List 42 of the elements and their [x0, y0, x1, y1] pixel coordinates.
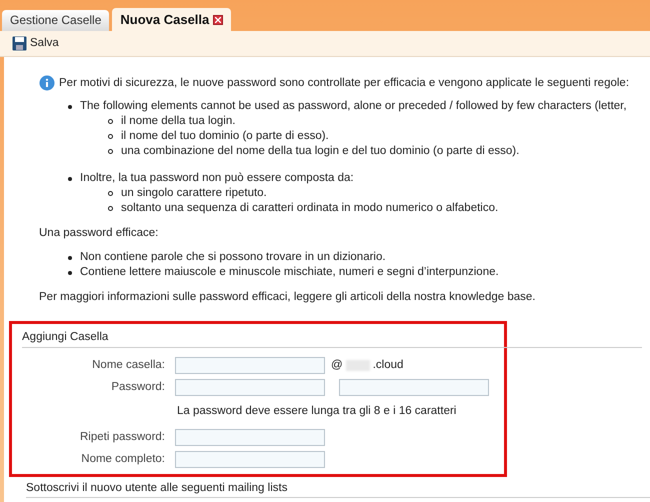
section-title: Aggiungi Casella — [22, 330, 642, 348]
paragraph: Per maggiori informazioni sulle password efficaci, leggere gli articoli della nostra knowledge base. — [39, 290, 536, 305]
at-sign: @ — [331, 358, 343, 372]
save-button[interactable]: Salva — [12, 36, 59, 51]
field-label: Nome casella: — [91, 358, 165, 372]
rule-text: Contiene lettere maiuscole e minuscole mischiate, numeri e segni d’interpunzione. — [80, 265, 499, 280]
rule-text: The following elements cannot be used as password, alone or preceded / followed by few characters (letter, — [80, 99, 627, 114]
bullet-icon — [108, 191, 113, 196]
rule-text: il nome del tuo dominio (o parte di esso). — [121, 129, 329, 144]
rule-text: una combinazione del nome della tua login e del tuo dominio (o parte di esso). — [121, 144, 520, 159]
input-field[interactable] — [175, 450, 325, 468]
hint-text: La password deve essere lunga tra gli 8 e i 16 caratteri — [177, 404, 456, 418]
rule-text: soltanto una sequenza di caratteri ordinata in modo numerico o alfabetico. — [121, 201, 498, 216]
field-label: Nome completo: — [80, 452, 165, 466]
input-field[interactable] — [175, 378, 325, 396]
close-icon[interactable] — [213, 14, 224, 24]
rule-text: il nome della tua login. — [121, 114, 236, 129]
tab-label: Nuova Casella — [120, 12, 210, 27]
bullet-icon — [68, 256, 72, 260]
field-label: Ripeti password: — [78, 430, 165, 444]
input-field[interactable] — [339, 378, 489, 396]
bullet-icon — [108, 119, 113, 124]
bullet-icon — [68, 177, 72, 181]
bullet-icon — [68, 271, 72, 275]
bullet-icon — [68, 105, 72, 109]
domain-text: .cloud — [372, 358, 404, 372]
input-field[interactable] — [175, 356, 325, 374]
bullet-icon — [108, 149, 113, 154]
tab[interactable]: Nuova Casella — [112, 8, 232, 31]
rule-text: un singolo carattere ripetuto. — [121, 186, 267, 201]
field-label: Password: — [110, 380, 165, 394]
section-title: Sottoscrivi il nuovo utente alle seguenti mailing lists — [26, 481, 650, 498]
info-text: Per motivi di sicurezza, le nuove password sono controllate per efficacia e vengono applicate le seguenti regole: — [59, 76, 630, 90]
tab-label: Gestione Caselle — [10, 13, 102, 28]
bullet-icon — [108, 206, 113, 211]
input-field[interactable] — [175, 428, 325, 446]
paragraph: Una password efficace: — [39, 226, 160, 241]
bullet-icon — [108, 134, 113, 139]
rule-text: Non contiene parole che si possono trovare in un dizionario. — [80, 250, 386, 265]
tab[interactable]: Gestione Caselle — [2, 10, 110, 31]
rule-text: Inoltre, la tua password non può essere composta da: — [80, 171, 354, 186]
info-icon — [39, 75, 55, 91]
